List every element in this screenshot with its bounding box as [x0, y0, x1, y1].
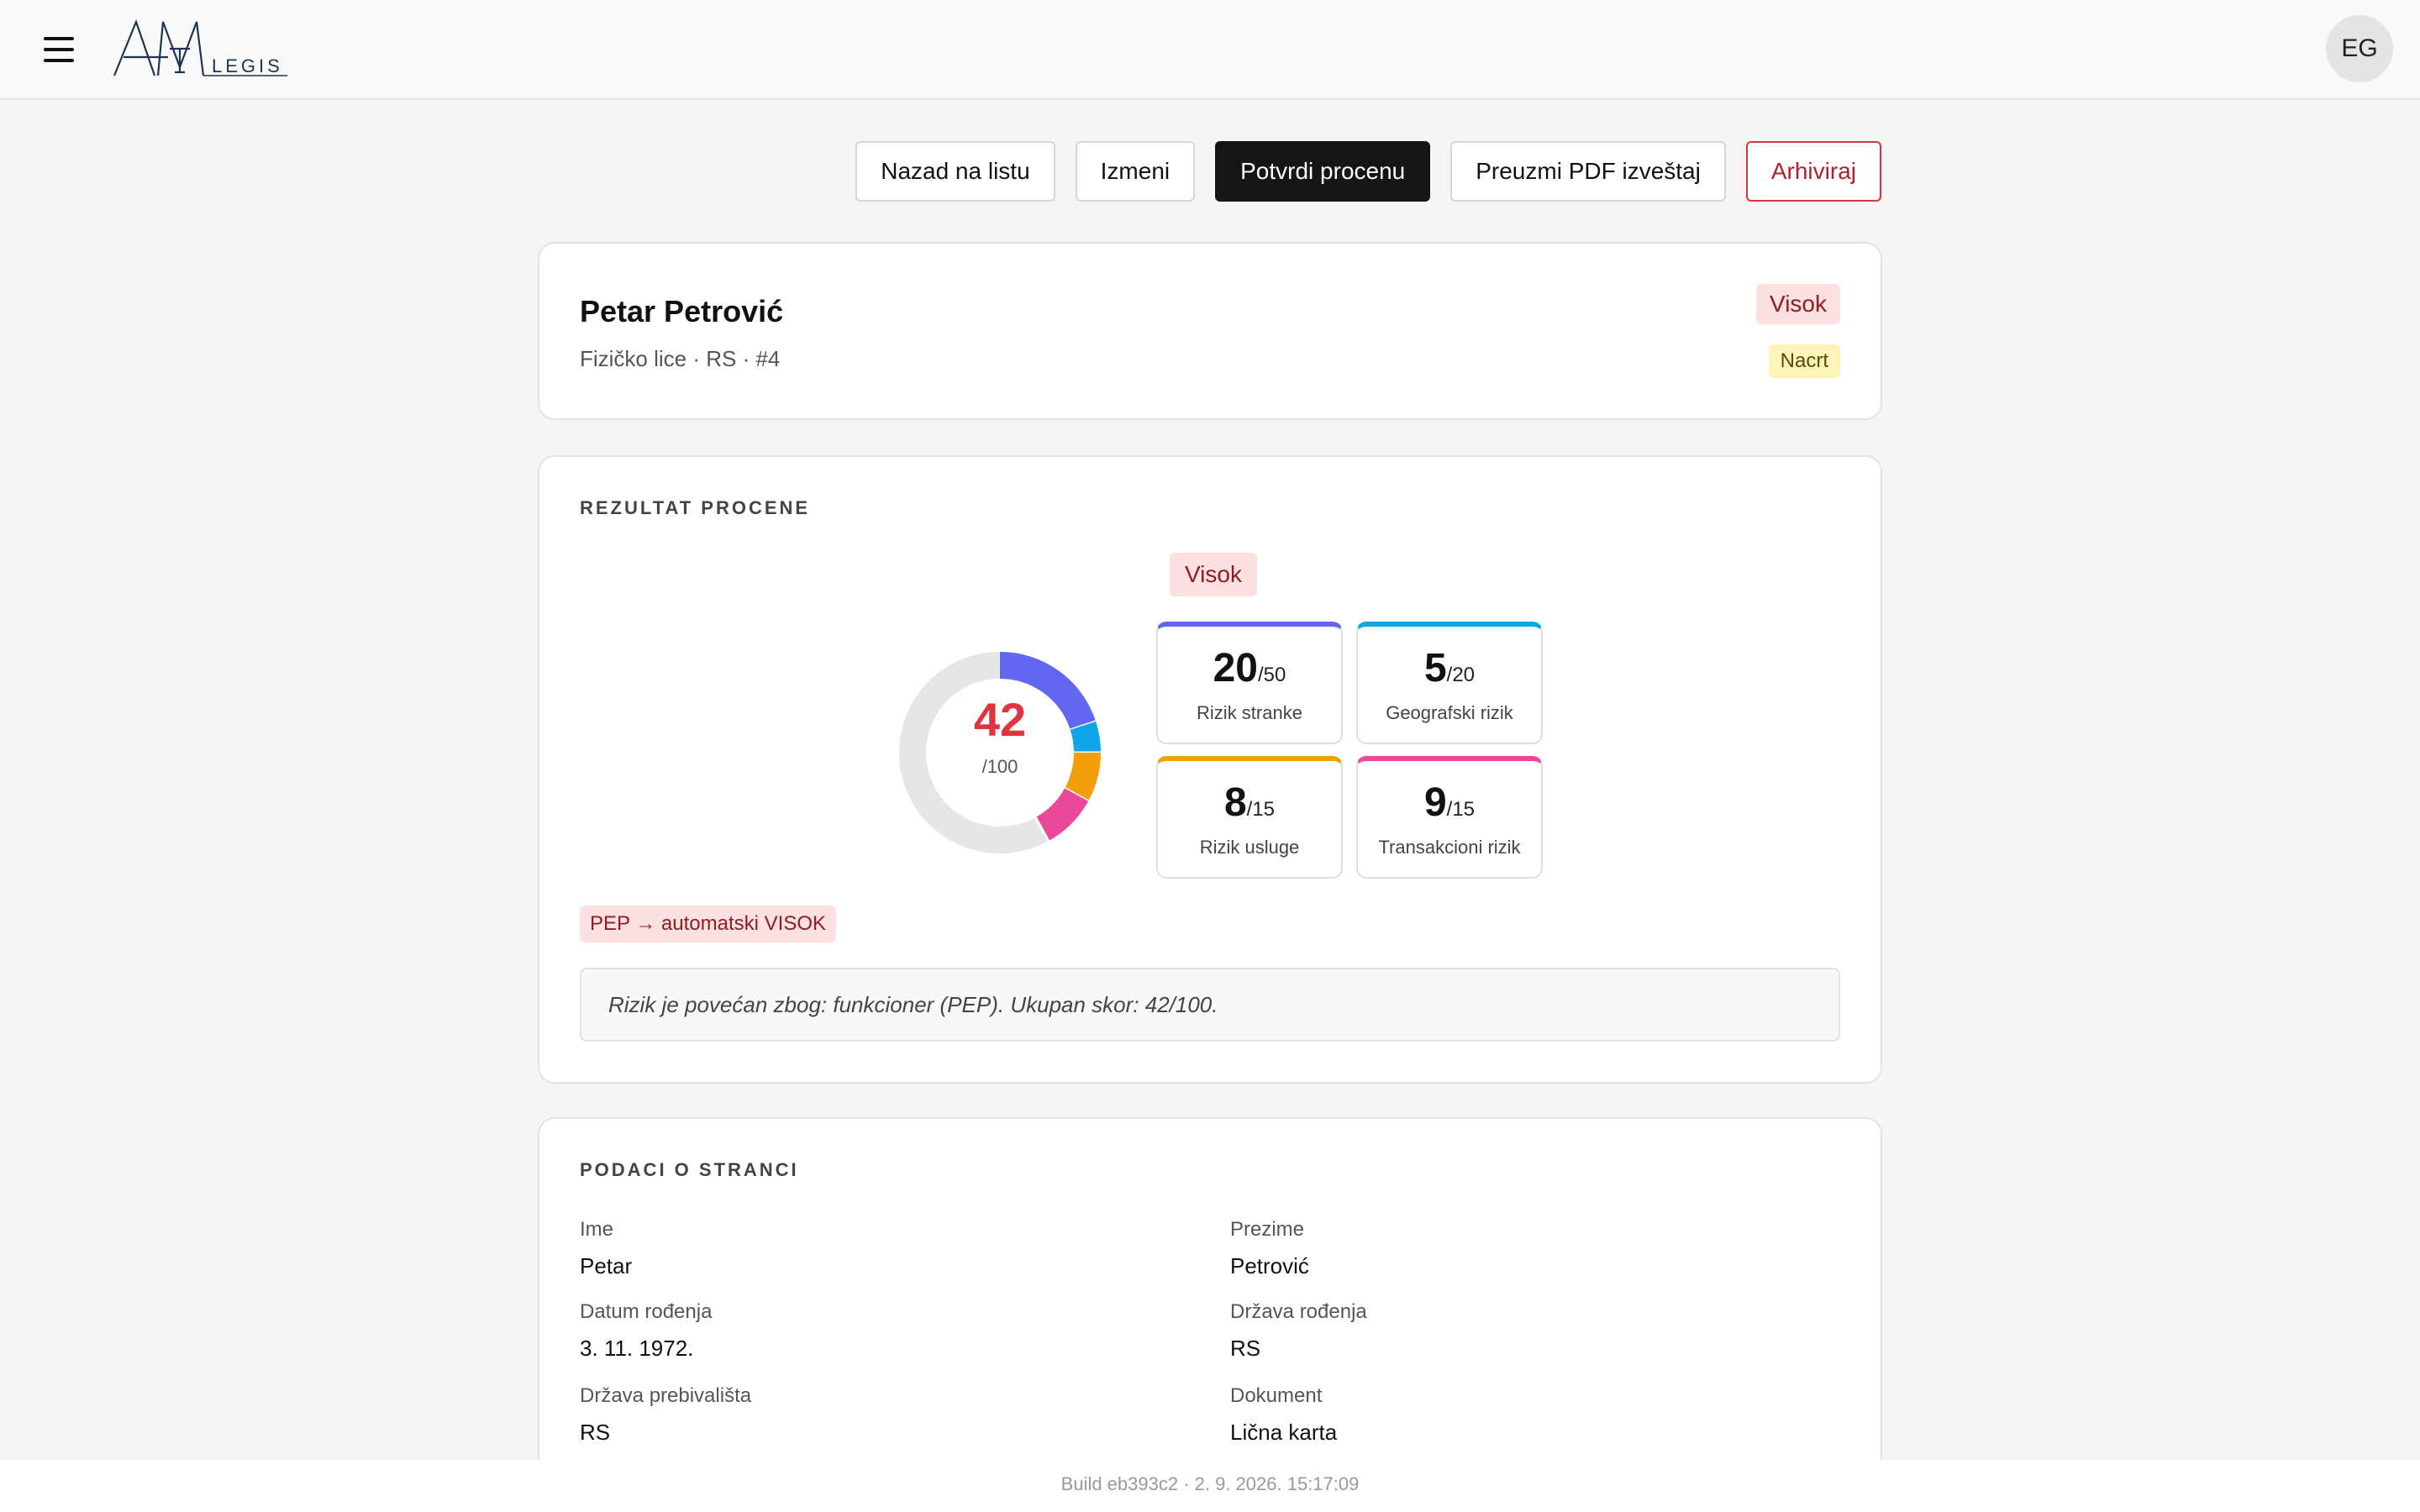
- field-label: Država prebivališta: [580, 1384, 752, 1407]
- confirm-assessment-button[interactable]: Potvrdi procenu: [1215, 141, 1431, 202]
- risk-level-badge: Visok: [1756, 284, 1840, 324]
- logo-wordmark: LEGIS: [212, 55, 283, 76]
- aml-legis-logo[interactable]: LEGIS: [111, 17, 287, 84]
- geographic-risk-max: /20: [1446, 664, 1476, 686]
- profile-card: Petar Petrović Fizičko lice · RS · #4 Vi…: [538, 242, 1882, 420]
- client-name: Petar Petrović: [580, 294, 784, 328]
- total-score: 42: [973, 693, 1027, 746]
- field-value: Petar: [580, 1253, 633, 1278]
- customer-risk-max: /50: [1258, 664, 1286, 686]
- donut-segment-transaction: [1034, 787, 1089, 842]
- transaction-risk-value: 9: [1423, 780, 1447, 825]
- transaction-risk-tile: 9/15 Transakcioni rizik: [1356, 756, 1543, 879]
- field-last-name: Prezime Petrović: [1230, 1218, 1309, 1279]
- field-value: Petrović: [1230, 1253, 1309, 1278]
- archive-button[interactable]: Arhiviraj: [1745, 141, 1881, 202]
- field-value: RS: [580, 1420, 611, 1445]
- pep-badge: PEP → automatski VISOK: [580, 906, 837, 942]
- field-label: Država rođenja: [1230, 1300, 1367, 1323]
- field-label: Datum rođenja: [580, 1300, 713, 1323]
- action-toolbar: Nazad na listu Izmeni Potvrdi procenu Pr…: [855, 141, 1881, 202]
- download-pdf-button[interactable]: Preuzmi PDF izveštaj: [1450, 141, 1726, 202]
- customer-risk-label: Rizik stranke: [1197, 702, 1302, 723]
- field-label: Ime: [580, 1218, 614, 1241]
- back-to-list-button[interactable]: Nazad na listu: [855, 141, 1055, 202]
- geographic-risk-value: 5: [1423, 646, 1447, 690]
- assessment-note: Rizik je povećan zbog: funkcioner (PEP).…: [580, 968, 1840, 1042]
- customer-risk-value: 20: [1213, 646, 1258, 690]
- client-data-card: PODACI O STRANCI Ime Petar Prezime Petro…: [538, 1117, 1882, 1512]
- customer-risk-tile: 20/50 Rizik stranke: [1156, 622, 1343, 744]
- menu-icon[interactable]: [44, 37, 74, 62]
- field-first-name: Ime Petar: [580, 1218, 632, 1279]
- field-birth-date: Datum rođenja 3. 11. 1972.: [580, 1300, 712, 1362]
- field-value: 3. 11. 1972.: [580, 1336, 694, 1361]
- field-value: Lična karta: [1230, 1420, 1338, 1445]
- total-score-max: /100: [981, 756, 1018, 777]
- service-risk-value: 8: [1223, 780, 1247, 825]
- client-subtitle: Fizičko lice · RS · #4: [580, 346, 781, 371]
- field-document: Dokument Lična karta: [1230, 1384, 1337, 1446]
- geographic-risk-label: Geografski rizik: [1386, 702, 1513, 723]
- result-section-title: REZULTAT PROCENE: [580, 497, 811, 518]
- service-risk-label: Rizik usluge: [1199, 837, 1300, 858]
- status-badge: Nacrt: [1768, 344, 1840, 378]
- transaction-risk-max: /15: [1446, 798, 1476, 821]
- top-bar: LEGIS EG: [0, 0, 2420, 100]
- user-avatar[interactable]: EG: [2326, 15, 2393, 82]
- service-risk-max: /15: [1246, 798, 1276, 821]
- edit-button[interactable]: Izmeni: [1075, 141, 1196, 202]
- geographic-risk-tile: 5/20 Geografski rizik: [1356, 622, 1543, 744]
- score-donut-chart: [899, 652, 1102, 853]
- field-label: Prezime: [1230, 1218, 1305, 1241]
- assessment-result-card: REZULTAT PROCENE Visok 42 /100 20/50 Riz…: [538, 455, 1882, 1084]
- field-birth-country: Država rođenja RS: [1230, 1300, 1367, 1362]
- field-value: RS: [1230, 1336, 1261, 1361]
- field-label: Dokument: [1230, 1384, 1323, 1407]
- transaction-risk-label: Transakcioni rizik: [1378, 837, 1521, 858]
- client-section-title: PODACI O STRANCI: [580, 1159, 799, 1180]
- field-residence-country: Država prebivališta RS: [580, 1384, 751, 1446]
- build-footer: Build eb393c2 · 2. 9. 2026. 15:17:09: [0, 1460, 2420, 1512]
- service-risk-tile: 8/15 Rizik usluge: [1156, 756, 1343, 879]
- result-level-badge: Visok: [1170, 553, 1257, 596]
